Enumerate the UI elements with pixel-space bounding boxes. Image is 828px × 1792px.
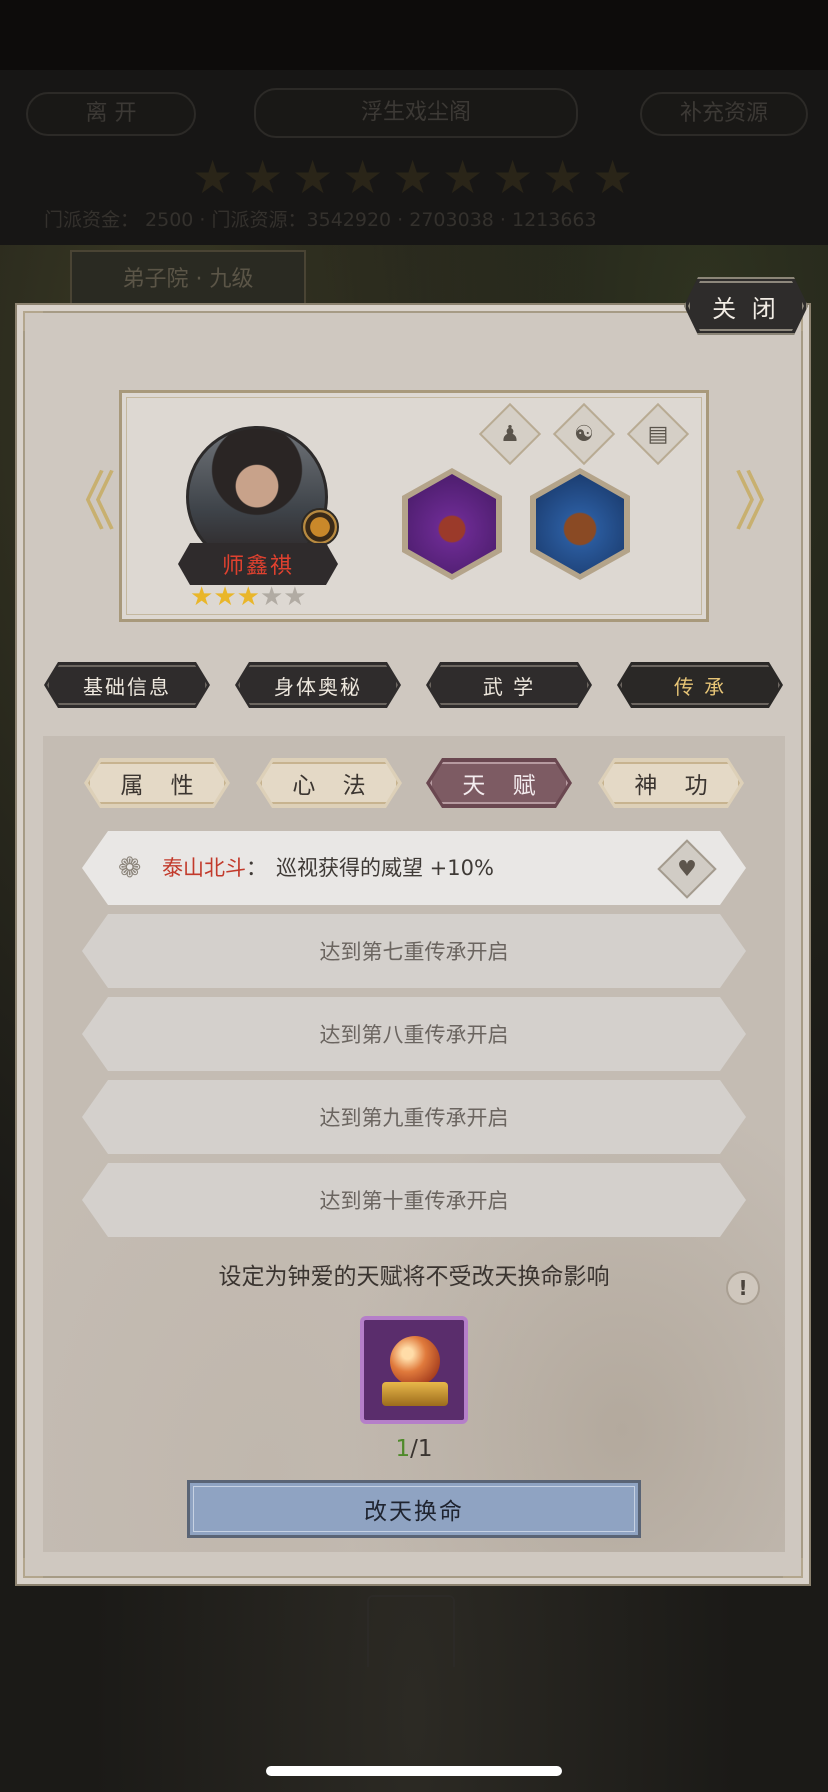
star-icon: ★ <box>192 150 234 204</box>
subtab-label: 天 赋 <box>462 773 546 799</box>
next-character-arrow-icon[interactable]: 》 <box>734 470 798 536</box>
corner-ornament <box>23 311 43 331</box>
star-filled-icon: ★ <box>213 582 237 612</box>
corner-ornament <box>23 1558 43 1578</box>
character-stars: ★★★★★ <box>190 582 307 612</box>
tab-label: 传 承 <box>673 674 727 699</box>
change-fate-button[interactable]: 改天换命 <box>187 1480 641 1538</box>
star-icon: ★ <box>592 150 634 204</box>
star-filled-icon: ★ <box>190 582 214 612</box>
tab-inheritance[interactable]: 传 承 <box>617 662 783 708</box>
talent-name: 泰山北斗： <box>162 831 267 905</box>
close-button-label: 关 闭 <box>712 294 780 323</box>
fate-orb-item[interactable] <box>360 1316 468 1424</box>
talent-separator: ： <box>246 856 267 880</box>
talent-locked-text: 达到第七重传承开启 <box>319 940 509 964</box>
talent-row-locked: 达到第十重传承开启 <box>82 1163 746 1237</box>
tab-label: 基础信息 <box>83 674 171 699</box>
talent-locked-text: 达到第八重传承开启 <box>319 1023 509 1047</box>
favorite-hint-text: 设定为钟爱的天赋将不受改天换命影响 <box>218 1264 610 1290</box>
star-icon: ★ <box>492 150 534 204</box>
subtab-label: 属 性 <box>120 773 204 799</box>
talent-name-text: 泰山北斗 <box>162 856 246 880</box>
star-empty-icon: ★ <box>259 582 284 612</box>
star-icon: ★ <box>542 150 584 204</box>
subtab-label: 神 功 <box>634 773 718 799</box>
prev-character-arrow-icon[interactable]: 《 <box>52 470 116 536</box>
subtab-attributes[interactable]: 属 性 <box>84 758 230 808</box>
resource-bar: 门派资金： 2500 · 门派资源：3542920 · 2703038 · 12… <box>44 209 597 231</box>
subtab-label: 心 法 <box>292 773 376 799</box>
star-filled-icon: ★ <box>236 582 260 612</box>
scene-title: 浮生戏尘阁 <box>254 88 578 138</box>
rank-badge-icon <box>301 508 339 546</box>
subtab-divine-skill[interactable]: 神 功 <box>598 758 744 808</box>
favorite-heart-button[interactable]: ♥ <box>657 839 716 898</box>
star-icon: ★ <box>242 150 284 204</box>
character-name-text: 师鑫祺 <box>221 554 294 579</box>
info-icon[interactable]: ! <box>726 1271 760 1305</box>
star-icon: ★ <box>342 150 384 204</box>
talent-locked-text: 达到第九重传承开启 <box>319 1106 509 1130</box>
tab-martial-arts[interactable]: 武 学 <box>426 662 592 708</box>
tab-body-secrets[interactable]: 身体奥秘 <box>235 662 401 708</box>
talent-row-unlocked[interactable]: ❁ 泰山北斗： 巡视获得的威望 +10% ♥ <box>82 831 746 905</box>
tab-label: 身体奥秘 <box>274 674 362 699</box>
star-icon: ★ <box>392 150 434 204</box>
orb-stand <box>382 1382 448 1406</box>
item-count-total: /1 <box>410 1436 433 1462</box>
leave-button: 离 开 <box>26 92 196 136</box>
tab-label: 武 学 <box>482 674 536 699</box>
talent-locked-text: 达到第十重传承开启 <box>319 1189 509 1213</box>
corner-ornament <box>783 1558 803 1578</box>
heart-icon: ♥ <box>677 856 697 882</box>
home-indicator[interactable] <box>266 1766 562 1776</box>
item-count: 1/1 <box>360 1436 468 1462</box>
crystal-orb-icon <box>390 1336 440 1386</box>
horse-mount-icon <box>536 474 624 574</box>
star-icon: ★ <box>442 150 484 204</box>
tab-basic-info[interactable]: 基础信息 <box>44 662 210 708</box>
flower-emblem-icon: ❁ <box>118 851 142 884</box>
subtab-talent[interactable]: 天 赋 <box>426 758 572 808</box>
close-button[interactable]: 关 闭 <box>684 277 808 335</box>
item-count-current: 1 <box>395 1436 411 1462</box>
claw-weapon-icon <box>408 474 496 574</box>
gate-icon <box>367 1595 455 1667</box>
resupply-button: 补充资源 <box>640 92 808 136</box>
subtab-mental-method[interactable]: 心 法 <box>256 758 402 808</box>
change-fate-label: 改天换命 <box>364 1499 464 1525</box>
background-tab: 弟子院 · 九级 <box>70 250 306 310</box>
character-name: 师鑫祺 <box>178 543 338 585</box>
talent-row-locked: 达到第八重传承开启 <box>82 997 746 1071</box>
star-icon: ★ <box>292 150 334 204</box>
talent-row-locked: 达到第九重传承开启 <box>82 1080 746 1154</box>
star-empty-icon: ★ <box>283 582 307 612</box>
talent-description: 巡视获得的威望 +10% <box>276 856 494 880</box>
talent-row-locked: 达到第七重传承开启 <box>82 914 746 988</box>
